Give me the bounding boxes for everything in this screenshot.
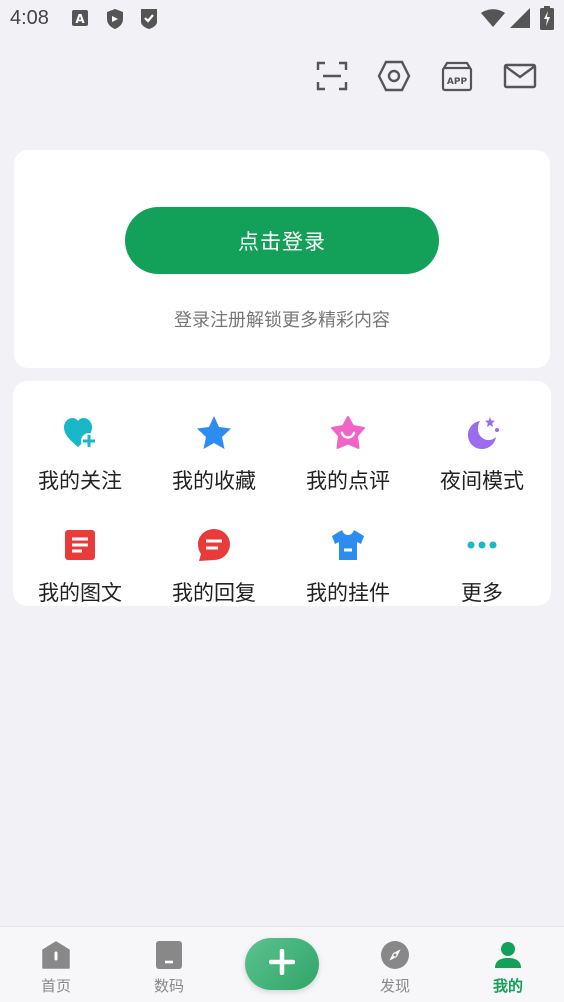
- star-icon: [196, 415, 232, 451]
- signal-icon: [510, 8, 530, 32]
- check-shield-icon: [139, 8, 159, 34]
- moon-icon: [464, 415, 500, 451]
- wifi-icon: [481, 9, 505, 31]
- plus-icon: [268, 948, 296, 979]
- grid-item-label: 我的图文: [38, 581, 122, 605]
- grid-item-label: 我的回复: [172, 581, 256, 605]
- nav-item-mine[interactable]: 我的: [463, 927, 553, 1002]
- settings-icon[interactable]: [376, 58, 412, 94]
- grid-item-reviews[interactable]: 我的点评: [281, 395, 415, 493]
- svg-text:A: A: [75, 12, 85, 26]
- nav-label: 首页: [40, 977, 71, 995]
- status-bar: 4:08 A: [0, 0, 564, 38]
- heart-plus-icon: [62, 415, 98, 451]
- scan-icon[interactable]: [314, 58, 350, 94]
- mail-icon[interactable]: [502, 58, 538, 94]
- battery-charging-icon: [540, 6, 554, 34]
- nav-item-digital[interactable]: 数码: [124, 927, 214, 1002]
- chat-bubble-icon: [196, 527, 232, 563]
- grid-item-label: 更多: [461, 581, 503, 605]
- nav-item-home[interactable]: 首页: [11, 927, 101, 1002]
- grid-item-posts[interactable]: 我的图文: [13, 507, 147, 605]
- grid-item-more[interactable]: 更多: [415, 507, 549, 605]
- nav-label: 数码: [153, 977, 184, 995]
- device-icon: [155, 941, 183, 969]
- feature-grid: 我的关注 我的收藏 我的点评 夜间模式 我的图文 我的回复 我的挂件 更多: [13, 381, 551, 606]
- grid-item-replies[interactable]: 我的回复: [147, 507, 281, 605]
- login-button[interactable]: 点击登录: [125, 207, 439, 274]
- grid-item-pendants[interactable]: 我的挂件: [281, 507, 415, 605]
- grid-item-label: 我的挂件: [306, 581, 390, 605]
- status-time: 4:08: [10, 7, 49, 29]
- nav-label: 发现: [379, 977, 410, 995]
- home-icon: [42, 941, 70, 969]
- app-icon[interactable]: APP: [439, 58, 475, 94]
- grid-item-following[interactable]: 我的关注: [13, 395, 147, 493]
- grid-item-night-mode[interactable]: 夜间模式: [415, 395, 549, 493]
- grid-item-label: 我的关注: [38, 469, 122, 493]
- smile-star-icon: [330, 415, 366, 451]
- login-subtitle: 登录注册解锁更多精彩内容: [174, 310, 390, 331]
- grid-item-label: 夜间模式: [440, 469, 524, 493]
- login-card: 点击登录 登录注册解锁更多精彩内容: [14, 150, 550, 368]
- document-icon: [62, 527, 98, 563]
- compass-icon: [381, 941, 409, 969]
- more-dots-icon: [464, 527, 500, 563]
- text-a-icon: A: [72, 10, 88, 30]
- grid-item-label: 我的点评: [306, 469, 390, 493]
- user-icon: [494, 941, 522, 969]
- tshirt-icon: [330, 527, 366, 563]
- grid-item-label: 我的收藏: [172, 469, 256, 493]
- shield-icon: [105, 8, 125, 34]
- nav-item-discover[interactable]: 发现: [350, 927, 440, 1002]
- grid-item-favorites[interactable]: 我的收藏: [147, 395, 281, 493]
- add-post-button[interactable]: [245, 938, 319, 990]
- svg-text:APP: APP: [447, 77, 468, 87]
- nav-label: 我的: [492, 977, 523, 995]
